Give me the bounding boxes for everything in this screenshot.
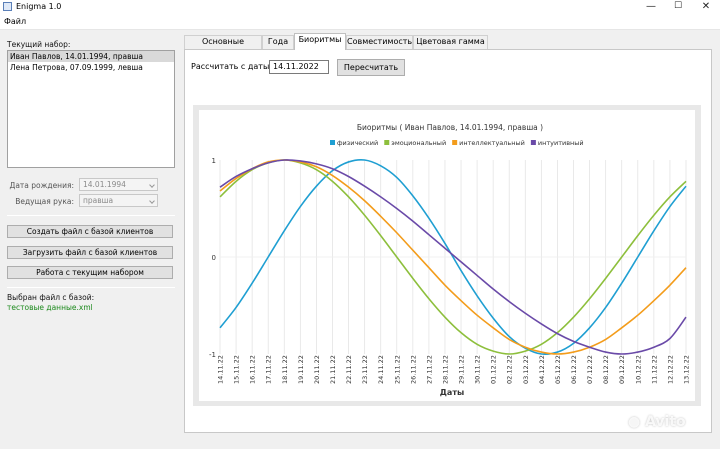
x-tick-label: 01.12.22 (490, 355, 498, 384)
x-tick-label: 02.12.22 (506, 355, 514, 384)
x-tick-label: 10.12.22 (634, 355, 642, 384)
x-tick-label: 06.12.22 (570, 355, 578, 384)
x-tick-label: 09.12.22 (618, 355, 626, 384)
x-tick-label: 24.11.22 (377, 355, 385, 384)
legend-swatch (530, 140, 536, 145)
x-tick-label: 26.11.22 (409, 355, 417, 384)
legend-swatch (452, 140, 458, 145)
x-tick-label: 17.11.22 (265, 355, 273, 384)
x-tick-label: 21.11.22 (329, 355, 337, 384)
x-tick-label: 22.11.22 (345, 355, 353, 384)
x-tick-label: 18.11.22 (281, 355, 289, 384)
watermark: ● Avito (628, 414, 686, 430)
x-tick-label: 30.11.22 (474, 355, 482, 384)
y-axis: 1 0 -1 (209, 157, 216, 359)
x-tick-label: 03.12.22 (522, 355, 530, 384)
y-tick-label: -1 (209, 351, 216, 359)
tab-biorhythms[interactable]: Биоритмы (294, 33, 346, 50)
y-tick-label: 0 (212, 254, 216, 262)
x-tick-label: 25.11.22 (393, 355, 401, 384)
x-tick-label: 13.12.22 (683, 355, 691, 384)
y-tick-label: 1 (212, 157, 216, 165)
x-tick-label: 23.11.22 (361, 355, 369, 384)
legend-swatch (330, 140, 335, 145)
legend-swatch (384, 140, 390, 145)
x-tick-label: 28.11.22 (441, 355, 449, 384)
biorhythm-chart: Биоритмы ( Иван Павлов, 14.01.1994, прав… (209, 123, 691, 397)
legend-label: интуитивный (538, 139, 584, 147)
x-tick-label: 20.11.22 (313, 355, 321, 384)
x-tick-label: 07.12.22 (586, 355, 594, 384)
legend-label: эмоциональный (391, 139, 446, 147)
chart-legend: физический эмоциональный интеллектуальный и… (330, 139, 584, 147)
x-tick-label: 11.12.22 (650, 355, 658, 384)
x-tick-label: 04.12.22 (538, 355, 546, 384)
x-tick-label: 15.11.22 (233, 355, 241, 384)
x-tick-label: 14.11.22 (217, 355, 225, 384)
x-tick-label: 29.11.22 (458, 355, 466, 384)
x-tick-label: 12.12.22 (666, 355, 674, 384)
legend-label: интеллектуальный (459, 139, 525, 147)
x-tick-label: 16.11.22 (249, 355, 257, 384)
x-tick-label: 19.11.22 (297, 355, 305, 384)
legend-label: физический (337, 139, 378, 147)
x-tick-label: 05.12.22 (554, 355, 562, 384)
x-tick-label: 08.12.22 (602, 355, 610, 384)
x-tick-label: 27.11.22 (425, 355, 433, 384)
x-axis-label: Даты (440, 388, 464, 397)
x-axis: 14.11.22 15.11.22 16.11.22 17.11.22 18.11.22… (217, 355, 691, 384)
chart-title: Биоритмы ( Иван Павлов, 14.01.1994, прав… (357, 123, 543, 132)
